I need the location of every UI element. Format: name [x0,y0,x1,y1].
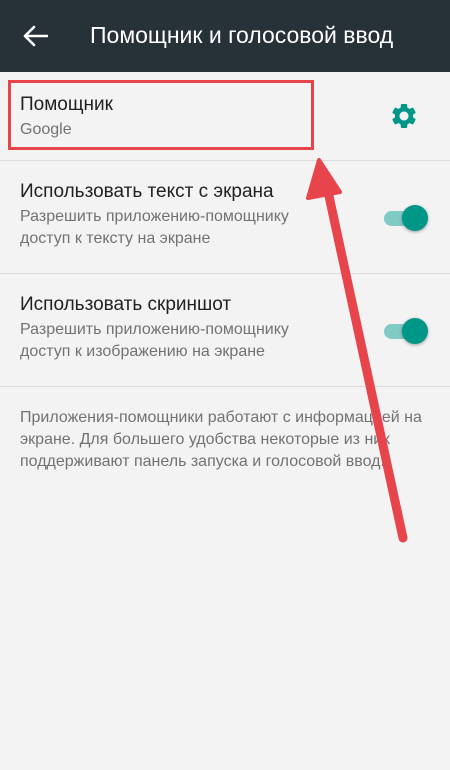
switch-thumb [402,318,428,344]
use-screen-text-row[interactable]: Использовать текст с экрана Разрешить пр… [0,161,450,274]
annotation-highlight-box [8,80,314,150]
use-screenshot-title: Использовать скриншот [20,294,232,315]
use-screenshot-subtitle: Разрешить приложению-помощнику доступ к … [20,321,289,360]
use-screen-text-switch[interactable] [382,203,428,233]
use-screen-text-subtitle: Разрешить приложению-помощнику доступ к … [20,208,289,247]
use-screen-text-title: Использовать текст с экрана [20,181,274,202]
use-screenshot-switch[interactable] [382,316,428,346]
arrow-back-icon[interactable] [22,24,48,48]
gear-icon[interactable] [389,101,419,131]
page-title: Помощник и голосовой ввод [90,22,394,48]
use-screenshot-row[interactable]: Использовать скриншот Разрешить приложен… [0,274,450,387]
app-bar: Помощник и голосовой ввод [0,0,450,72]
assistant-info-text: Приложения-помощники работают с информац… [20,409,422,470]
switch-thumb [402,205,428,231]
